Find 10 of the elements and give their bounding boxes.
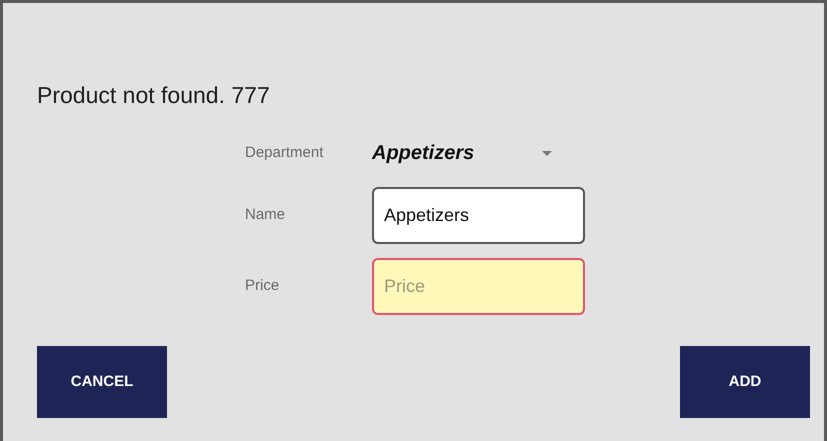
field-label: Name — [245, 205, 286, 226]
field-label: Department — [245, 142, 324, 163]
field-label: Price — [245, 276, 280, 296]
dropdown-caret-icon[interactable] — [542, 150, 552, 156]
input-field[interactable]: Price — [372, 258, 585, 315]
input-field[interactable]: Appetizers — [372, 187, 585, 244]
department-dropdown[interactable]: Appetizers — [372, 138, 542, 168]
cancel-button[interactable]: CANCEL — [37, 346, 167, 418]
add-button[interactable]: ADD — [680, 346, 810, 418]
dialog-title: Product not found. 777 — [37, 81, 271, 110]
